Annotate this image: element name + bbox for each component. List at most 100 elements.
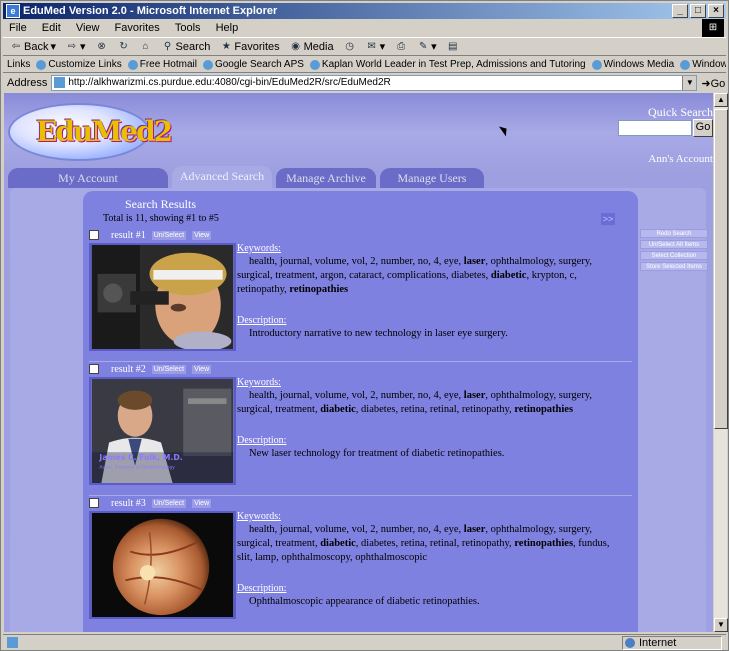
account-link[interactable]: Ann's Account — [648, 153, 713, 165]
select-checkbox[interactable] — [89, 364, 99, 374]
redo-search-button[interactable]: Redo Search — [640, 229, 708, 238]
chevron-down-icon: ▾ — [379, 41, 386, 53]
keywords-text: health, journal, volume, vol, 2, number,… — [237, 255, 627, 297]
history-button[interactable]: ◷ — [341, 41, 359, 53]
tab-manage-users[interactable]: Manage Users — [380, 168, 484, 188]
mouse-cursor-icon — [499, 123, 510, 137]
address-input[interactable]: http://alkhwarizmi.cs.purdue.edu:4080/cg… — [51, 75, 698, 91]
close-button[interactable]: × — [708, 4, 724, 18]
result-label[interactable]: result #3 — [111, 498, 146, 509]
refresh-button[interactable]: ↻ — [115, 41, 133, 53]
menu-bar: File Edit View Favorites Tools Help — [3, 20, 726, 36]
result-header: result #3 Un/Select View — [89, 497, 212, 509]
scroll-down-arrow-icon[interactable]: ▼ — [714, 618, 728, 632]
menu-favorites[interactable]: Favorites — [109, 22, 166, 34]
quick-search-input[interactable] — [618, 120, 692, 136]
link-hotmail[interactable]: Free Hotmail — [127, 59, 197, 70]
mail-button[interactable]: ✉ ▾ — [363, 40, 389, 54]
refresh-icon: ↻ — [119, 40, 128, 52]
view-button[interactable]: View — [192, 230, 212, 240]
security-zone: Internet — [622, 636, 722, 650]
print-icon: ⎙ — [397, 40, 406, 52]
result-label[interactable]: result #2 — [111, 364, 146, 375]
result-thumbnail-eye-exam[interactable] — [89, 243, 236, 351]
go-button[interactable]: ➜Go — [701, 77, 725, 90]
keywords-text: health, journal, volume, vol, 2, number,… — [237, 523, 627, 565]
results-total: Total is 11, showing #1 to #5 — [103, 213, 219, 224]
menu-tools[interactable]: Tools — [169, 22, 207, 34]
link-icon — [202, 59, 213, 70]
description-label: Description: — [237, 583, 287, 594]
unselect-button[interactable]: Un/Select — [151, 364, 187, 374]
stop-button[interactable]: ⊗ — [93, 41, 111, 53]
home-button[interactable]: ⌂ — [137, 41, 155, 53]
tab-advanced-search[interactable]: Advanced Search — [172, 166, 272, 188]
minimize-button[interactable]: _ — [672, 4, 688, 18]
result-header: result #2 Un/Select View — [89, 363, 212, 375]
search-button[interactable]: ⚲ Search — [159, 41, 214, 53]
search-icon: ⚲ — [163, 40, 172, 52]
search-results: Search Results Total is 11, showing #1 t… — [83, 191, 638, 632]
link-icon — [36, 59, 47, 70]
page-content: EduMed2 Quick Search Go Ann's Account My… — [4, 93, 713, 632]
maximize-button[interactable]: □ — [690, 4, 706, 18]
print-button[interactable]: ⎙ — [392, 41, 410, 53]
links-bar: Links Customize Links Free Hotmail Googl… — [3, 57, 726, 73]
link-icon — [127, 59, 138, 70]
link-google[interactable]: Google Search APS — [202, 59, 304, 70]
result-thumbnail-doctor[interactable]: James C. Folk, M.D. Assoc. Professor of … — [89, 377, 236, 485]
menu-file[interactable]: File — [3, 22, 33, 34]
svg-text:James C. Folk, M.D.: James C. Folk, M.D. — [98, 453, 182, 462]
unselect-all-button[interactable]: Un/Select All Items — [640, 240, 708, 249]
scroll-up-arrow-icon[interactable]: ▲ — [714, 93, 728, 107]
tab-my-account[interactable]: My Account — [8, 168, 168, 188]
result-header: result #1 Un/Select View — [89, 229, 212, 241]
result-label[interactable]: result #1 — [111, 230, 146, 241]
keywords-label: Keywords: — [237, 377, 281, 388]
edit-button[interactable]: ✎ ▾ — [414, 40, 440, 54]
media-icon: ◉ — [291, 40, 300, 52]
chevron-down-icon[interactable]: ▼ — [682, 76, 697, 90]
select-checkbox[interactable] — [89, 498, 99, 508]
result-item: result #2 Un/Select View James C. Folk, … — [89, 363, 632, 493]
back-button[interactable]: ⇦ Back ▾ — [7, 40, 59, 54]
quick-search-go-button[interactable]: Go — [693, 119, 713, 137]
menu-help[interactable]: Help — [210, 22, 245, 34]
app-icon: e — [6, 4, 20, 18]
link-windows-media[interactable]: Windows Media — [591, 59, 674, 70]
link-windows[interactable]: Windows — [680, 59, 726, 70]
media-button[interactable]: ◉ Media — [287, 41, 337, 53]
unselect-button[interactable]: Un/Select — [151, 230, 187, 240]
result-thumbnail-fundus[interactable] — [89, 511, 236, 619]
scroll-thumb[interactable] — [714, 109, 728, 429]
link-customize[interactable]: Customize Links — [36, 59, 122, 70]
highlighted-keyword: laser — [463, 256, 486, 267]
vertical-scrollbar[interactable]: ▲ ▼ — [713, 93, 728, 632]
window-title: EduMed Version 2.0 - Microsoft Internet … — [23, 5, 278, 17]
go-arrow-icon: ➜ — [701, 77, 711, 90]
chevron-down-icon: ▾ — [50, 41, 56, 53]
favorites-button[interactable]: ★ Favorites — [217, 41, 282, 53]
next-page-button[interactable]: >> — [601, 213, 615, 225]
tab-manage-archive[interactable]: Manage Archive — [276, 168, 376, 188]
highlighted-keyword: diabetic — [320, 404, 356, 415]
discuss-button[interactable]: ▤ — [444, 41, 462, 53]
link-kaplan[interactable]: Kaplan World Leader in Test Prep, Admiss… — [309, 59, 586, 70]
view-button[interactable]: View — [192, 498, 212, 508]
store-selected-button[interactable]: Store Selected Items — [640, 262, 708, 271]
menu-edit[interactable]: Edit — [36, 22, 67, 34]
unselect-button[interactable]: Un/Select — [151, 498, 187, 508]
edumed-logo[interactable]: EduMed2 — [8, 103, 173, 161]
forward-button[interactable]: ⇨ ▾ — [63, 40, 89, 54]
svg-text:Assoc. Professor of Ophthalmol: Assoc. Professor of Ophthalmology — [99, 465, 175, 471]
windows-logo-icon: ⊞ — [702, 19, 724, 37]
title-bar: e EduMed Version 2.0 - Microsoft Interne… — [3, 3, 726, 19]
links-label: Links — [7, 59, 31, 70]
select-checkbox[interactable] — [89, 230, 99, 240]
highlighted-keyword: laser — [463, 390, 486, 401]
menu-view[interactable]: View — [70, 22, 106, 34]
highlighted-keyword: retinopathies — [514, 538, 574, 549]
keyword-text: , diabetes, retina, retinal, retinopathy… — [355, 538, 515, 549]
select-collection-button[interactable]: Select Collection — [640, 251, 708, 260]
view-button[interactable]: View — [192, 364, 212, 374]
